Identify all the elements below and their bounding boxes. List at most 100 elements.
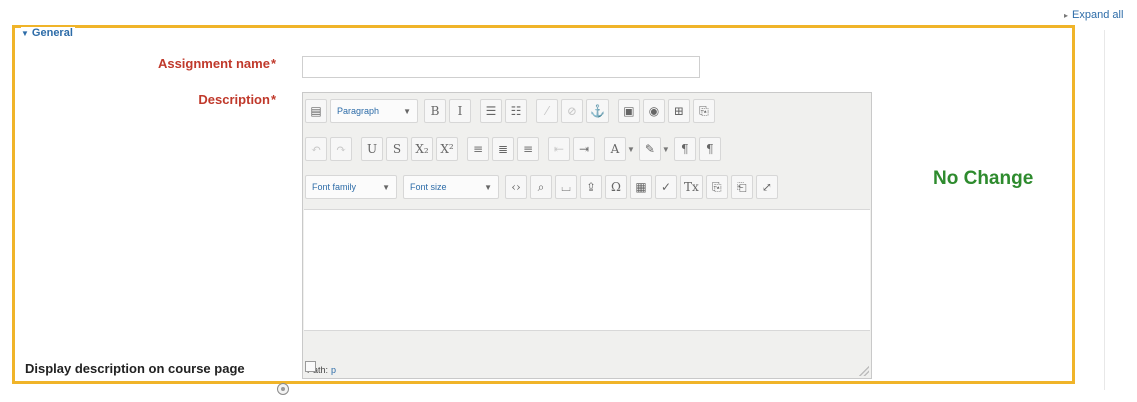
no-change-annotation: No Change	[933, 168, 1034, 189]
subscript-icon: X₂	[415, 142, 429, 156]
general-legend[interactable]: ▼ General	[21, 27, 75, 39]
ltr-button[interactable]: ¶	[673, 137, 696, 161]
code-button[interactable]: ‹›	[505, 175, 527, 199]
required-asterisk: *	[270, 92, 276, 107]
table-icon: ▦	[635, 180, 647, 194]
collapse-triangle-icon: ▼	[21, 29, 29, 38]
paste-word-button[interactable]: ⎗	[730, 175, 753, 199]
outdent-button[interactable]: ⇤	[548, 137, 570, 161]
editor-toolbar-row-1: ▤ Paragraph ▼ B I ☰ ☷ ⁄ ⊘ ⚓ ▣ ◉ ⊞ ⎘	[305, 97, 718, 125]
text-color-icon: A	[610, 142, 620, 156]
bullet-list-button[interactable]: ☰	[480, 99, 502, 123]
strikethrough-icon: S	[392, 142, 402, 156]
paste-icon: ⎘	[699, 103, 709, 118]
indent-icon: ⇥	[578, 142, 590, 156]
expand-all-link[interactable]: ▸ Expand all	[1064, 9, 1123, 21]
upload-icon: ⇪	[585, 180, 597, 194]
redo-icon: ↷	[335, 142, 347, 156]
description-editor: ▤ Paragraph ▼ B I ☰ ☷ ⁄ ⊘ ⚓ ▣ ◉ ⊞ ⎘ ↶ ↷ U S X₂ X² ≡ ≣ ≡ ⇤ ⇥ A ▼ ✎ ▼…	[302, 92, 872, 379]
numbered-list-icon: ☷	[510, 104, 522, 118]
assignment-name-label-wrap: Assignment name*	[158, 56, 276, 71]
font-size-select[interactable]: Font size ▼	[403, 175, 499, 199]
indent-button[interactable]: ⇥	[573, 137, 595, 161]
chevron-down-icon: ▼	[403, 106, 411, 116]
spellcheck-icon: ✓	[660, 180, 672, 194]
non-breaking-space-icon: ⌴	[561, 179, 571, 194]
superscript-button[interactable]: X²	[436, 137, 458, 161]
media-button[interactable]: ◉	[642, 99, 665, 123]
font-family-select-value: Font family	[312, 182, 357, 192]
font-family-select[interactable]: Font family ▼	[305, 175, 397, 199]
italic-button[interactable]: I	[449, 99, 471, 123]
superscript-icon: X²	[440, 142, 454, 156]
chevron-down-icon: ▼	[382, 182, 390, 192]
find-replace-icon: ⌕	[537, 179, 545, 194]
subscript-button[interactable]: X₂	[411, 137, 433, 161]
align-right-icon: ≡	[522, 142, 534, 156]
fullscreen-button[interactable]: ⤢	[755, 175, 778, 199]
image-button[interactable]: ▣	[617, 99, 640, 123]
special-char-button[interactable]: Ω	[605, 175, 627, 199]
format-select[interactable]: Paragraph ▼	[330, 99, 418, 123]
toggle-toolbar-icon: ▤	[310, 104, 322, 118]
clear-formatting-button[interactable]: Tx	[680, 175, 703, 199]
align-right-button[interactable]: ≡	[517, 137, 539, 161]
text-color-button[interactable]: A	[604, 137, 626, 161]
general-legend-label: General	[31, 27, 73, 39]
background-color-dropdown[interactable]: ▼	[662, 145, 670, 154]
upload-button[interactable]: ⇪	[580, 175, 602, 199]
media-icon: ◉	[648, 104, 660, 118]
find-replace-button[interactable]: ⌕	[530, 175, 552, 199]
anchor-button[interactable]: ⚓	[586, 99, 609, 123]
strikethrough-button[interactable]: S	[386, 137, 408, 161]
page-divider	[1104, 30, 1105, 390]
fullscreen-icon: ⤢	[761, 180, 772, 194]
help-icon[interactable]	[277, 383, 289, 395]
non-breaking-space-button[interactable]: ⌴	[555, 175, 577, 199]
paste-button[interactable]: ⎘	[692, 99, 715, 123]
text-color-dropdown[interactable]: ▼	[627, 145, 635, 154]
path-element-link[interactable]: p	[331, 365, 336, 375]
editor-toolbar-row-3: Font family ▼ Font size ▼ ‹› ⌕ ⌴ ⇪ Ω ▦ ✓ Tx ⎘ ⎗ ⤢	[305, 173, 781, 201]
word-paste-button[interactable]: ⊞	[667, 99, 690, 123]
rtl-button[interactable]: ¶	[698, 137, 721, 161]
bold-icon: B	[430, 104, 440, 118]
unlink-icon: ⊘	[566, 104, 578, 118]
description-label-wrap: Description*	[198, 92, 276, 107]
editor-content-area[interactable]	[304, 209, 870, 331]
table-button[interactable]: ▦	[630, 175, 652, 199]
undo-icon: ↶	[310, 142, 322, 156]
unlink-button[interactable]: ⊘	[561, 99, 583, 123]
code-icon: ‹›	[511, 180, 521, 194]
word-paste-icon: ⊞	[673, 104, 684, 118]
italic-icon: I	[457, 104, 463, 118]
ltr-icon: ¶	[681, 142, 689, 156]
format-select-value: Paragraph	[337, 106, 380, 116]
paste-word-icon: ⎗	[736, 179, 747, 194]
background-color-button[interactable]: ✎	[638, 137, 661, 161]
link-icon: ⁄	[545, 104, 548, 118]
underline-icon: U	[366, 142, 378, 156]
image-icon: ▣	[623, 104, 635, 118]
bold-button[interactable]: B	[424, 99, 446, 123]
numbered-list-button[interactable]: ☷	[505, 99, 527, 123]
expand-arrow-icon: ▸	[1064, 11, 1069, 20]
resize-grip-icon[interactable]	[859, 366, 869, 376]
link-button[interactable]: ⁄	[536, 99, 558, 123]
font-size-select-value: Font size	[410, 182, 447, 192]
anchor-icon: ⚓	[590, 104, 605, 118]
undo-button[interactable]: ↶	[305, 137, 327, 161]
paste-text-button[interactable]: ⎘	[705, 175, 728, 199]
underline-button[interactable]: U	[361, 137, 383, 161]
spellcheck-button[interactable]: ✓	[655, 175, 677, 199]
display-description-label: Display description on course page	[25, 361, 245, 376]
toggle-toolbar-button[interactable]: ▤	[305, 99, 327, 123]
outdent-icon: ⇤	[553, 142, 565, 156]
display-description-checkbox[interactable]	[305, 361, 316, 372]
redo-button[interactable]: ↷	[330, 137, 352, 161]
align-left-icon: ≡	[472, 142, 484, 156]
assignment-name-input[interactable]	[302, 56, 700, 78]
assignment-name-label: Assignment name	[157, 56, 270, 71]
align-center-button[interactable]: ≣	[492, 137, 514, 161]
align-left-button[interactable]: ≡	[467, 137, 489, 161]
